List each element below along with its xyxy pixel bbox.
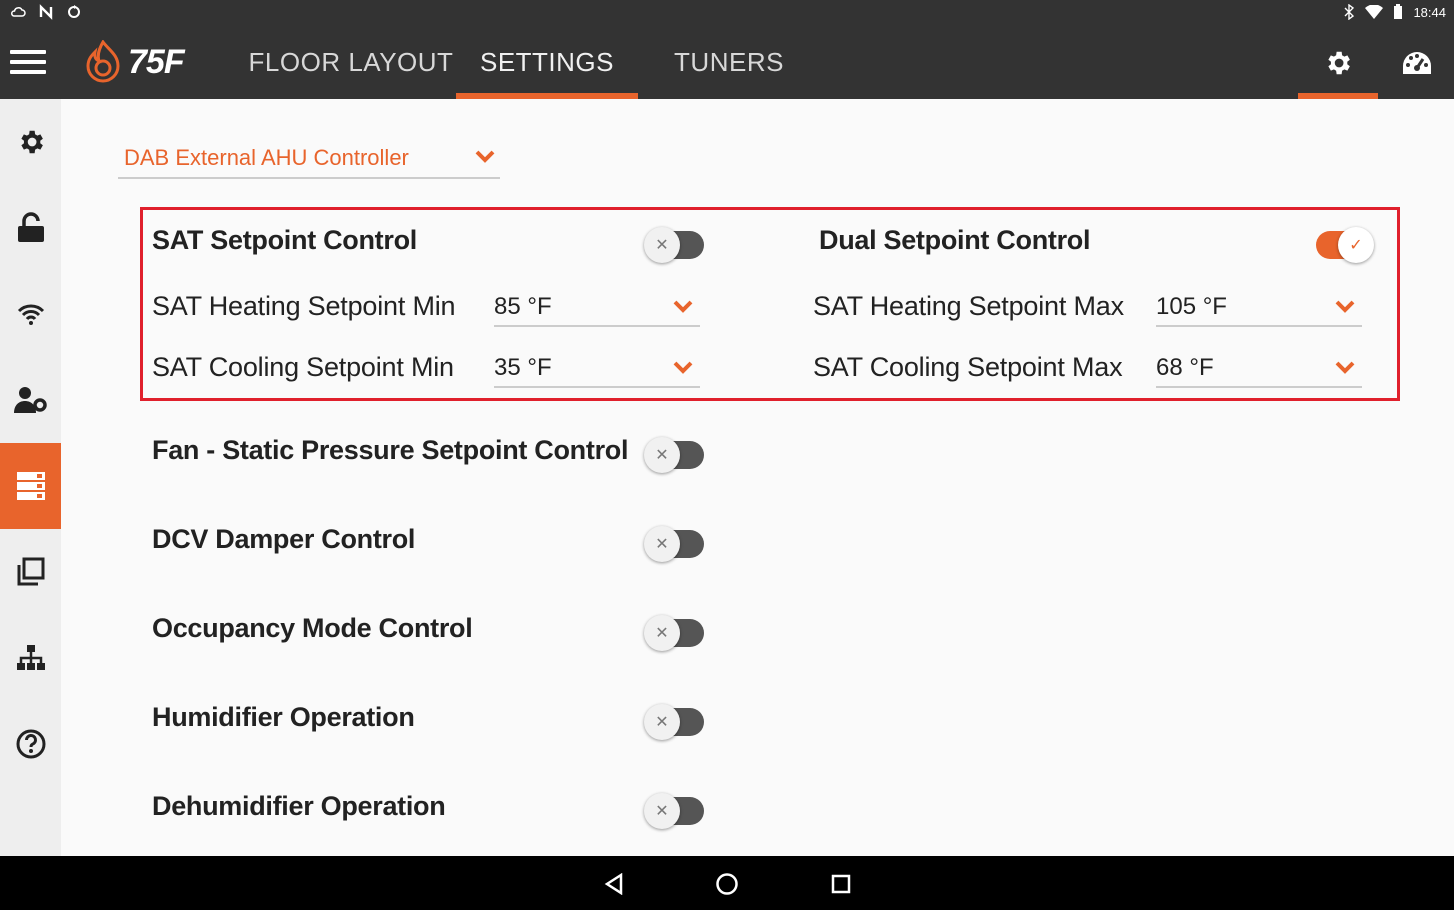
wifi-status-icon xyxy=(1365,5,1384,19)
recents-square-icon xyxy=(831,874,851,894)
sidebar-item-security[interactable] xyxy=(0,185,61,271)
sidebar xyxy=(0,99,61,856)
tab-settings[interactable]: SETTINGS xyxy=(456,26,638,99)
logo: 75F xyxy=(84,40,185,84)
sat-cooling-setpoint-min-label: SAT Cooling Setpoint Min xyxy=(152,352,454,382)
check-icon: ✓ xyxy=(1338,227,1374,263)
server-list-icon xyxy=(16,472,45,500)
copy-icon xyxy=(17,557,44,586)
sat-heating-setpoint-min-value: 85 °F xyxy=(494,293,552,320)
back-button[interactable] xyxy=(600,870,628,898)
sat-cooling-setpoint-max-select[interactable]: 68 °F xyxy=(1156,348,1362,388)
chevron-down-icon xyxy=(673,300,693,313)
app-header: 75F FLOOR LAYOUT SETTINGS TUNERS xyxy=(0,26,1454,99)
fan-static-pressure-toggle[interactable]: ✕ xyxy=(644,437,706,473)
cloud-icon xyxy=(11,7,26,17)
nfc-icon xyxy=(39,4,53,20)
sidebar-item-network[interactable] xyxy=(0,615,61,701)
occupancy-mode-control-toggle[interactable]: ✕ xyxy=(644,615,706,651)
chevron-down-icon xyxy=(1335,300,1355,313)
dehumidifier-operation-label: Dehumidifier Operation xyxy=(152,791,446,821)
sat-cooling-setpoint-min-select[interactable]: 35 °F xyxy=(494,348,700,388)
main-content: DAB External AHU Controller SAT Setpoint… xyxy=(61,99,1454,856)
sat-heating-setpoint-min-label: SAT Heating Setpoint Min xyxy=(152,291,456,321)
close-icon: ✕ xyxy=(644,704,680,740)
sat-heating-setpoint-max-label: SAT Heating Setpoint Max xyxy=(813,291,1124,321)
sat-setpoint-control-label: SAT Setpoint Control xyxy=(152,225,417,255)
chevron-down-icon xyxy=(475,150,495,163)
humidifier-operation-label: Humidifier Operation xyxy=(152,702,415,732)
occupancy-mode-control-label: Occupancy Mode Control xyxy=(152,613,473,643)
chevron-down-icon xyxy=(673,361,693,374)
sidebar-item-system-profile[interactable] xyxy=(0,443,61,529)
system-nav-bar xyxy=(0,856,1454,910)
close-icon: ✕ xyxy=(644,793,680,829)
sidebar-item-wireless[interactable] xyxy=(0,271,61,357)
sidebar-item-settings[interactable] xyxy=(0,99,61,185)
sat-cooling-setpoint-max-label: SAT Cooling Setpoint Max xyxy=(813,352,1123,382)
close-icon: ✕ xyxy=(644,526,680,562)
logo-text: 75F xyxy=(128,42,185,81)
sat-cooling-setpoint-max-value: 68 °F xyxy=(1156,354,1214,381)
gear-icon xyxy=(20,130,43,154)
humidifier-operation-toggle[interactable]: ✕ xyxy=(644,704,706,740)
sat-heating-setpoint-max-select[interactable]: 105 °F xyxy=(1156,287,1362,327)
tab-tuners[interactable]: TUNERS xyxy=(660,26,798,99)
sat-heating-setpoint-max-value: 105 °F xyxy=(1156,293,1227,320)
sat-heating-setpoint-min-select[interactable]: 85 °F xyxy=(494,287,700,327)
sat-setpoint-control-toggle[interactable]: ✕ xyxy=(644,227,706,263)
unlock-icon xyxy=(17,212,44,242)
dual-setpoint-control-toggle[interactable]: ✓ xyxy=(1312,227,1374,263)
clock: 18:44 xyxy=(1413,4,1446,20)
flame-logo-icon xyxy=(86,40,120,83)
user-settings-icon xyxy=(13,387,47,413)
home-button[interactable] xyxy=(713,870,741,898)
dual-setpoint-control-label: Dual Setpoint Control xyxy=(819,225,1091,255)
dehumidifier-operation-toggle[interactable]: ✕ xyxy=(644,793,706,829)
sidebar-item-user-settings[interactable] xyxy=(0,357,61,443)
dashboard-button[interactable] xyxy=(1380,26,1454,99)
sat-cooling-setpoint-min-value: 35 °F xyxy=(494,354,552,381)
dcv-damper-control-label: DCV Damper Control xyxy=(152,524,416,554)
bluetooth-icon xyxy=(1344,4,1355,20)
network-tree-icon xyxy=(16,645,45,670)
sidebar-item-copy[interactable] xyxy=(0,529,61,615)
fan-static-pressure-label: Fan - Static Pressure Setpoint Control xyxy=(152,435,629,465)
close-icon: ✕ xyxy=(644,227,680,263)
close-icon: ✕ xyxy=(644,615,680,651)
battery-icon xyxy=(1394,4,1403,19)
dcv-damper-control-toggle[interactable]: ✕ xyxy=(644,526,706,562)
back-triangle-icon xyxy=(604,873,623,895)
status-bar: 18:44 xyxy=(0,0,1454,26)
sync-icon xyxy=(68,5,80,18)
gear-icon xyxy=(1328,51,1350,74)
chevron-down-icon xyxy=(1335,361,1355,374)
profile-dropdown-value: DAB External AHU Controller xyxy=(124,145,409,170)
settings-gear-button[interactable] xyxy=(1298,26,1378,99)
menu-icon[interactable] xyxy=(10,50,46,76)
dashboard-gauge-icon xyxy=(1403,51,1431,74)
close-icon: ✕ xyxy=(644,437,680,473)
wifi-icon xyxy=(17,304,44,325)
tab-floor-layout[interactable]: FLOOR LAYOUT xyxy=(248,26,454,99)
home-circle-icon xyxy=(716,873,738,895)
recents-button[interactable] xyxy=(827,870,855,898)
sidebar-item-help[interactable] xyxy=(0,701,61,787)
help-icon xyxy=(16,729,45,759)
profile-dropdown[interactable]: DAB External AHU Controller xyxy=(118,139,500,179)
